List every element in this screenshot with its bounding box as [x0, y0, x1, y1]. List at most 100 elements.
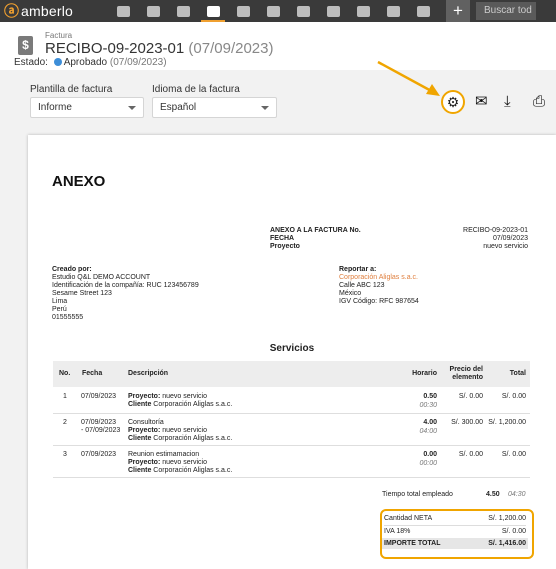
table-row: 2 07/09/2023 - 07/09/2023 Consultoría Pr… — [53, 415, 530, 446]
table-row: 1 07/09/2023 Proyecto: nuevo servicio Cl… — [53, 389, 530, 414]
mail-icon[interactable] — [378, 0, 408, 22]
created-by-line: Identificación de la compañía: RUC 12345… — [52, 282, 199, 289]
invoice-preview: ANEXO ANEXO A LA FACTURA No. FECHA Proye… — [28, 135, 556, 569]
report-to-line: Calle ABC 123 — [339, 282, 385, 289]
cell-price: S/. 0.00 — [458, 451, 483, 458]
document-type-label: Factura — [45, 31, 73, 40]
page-title: RECIBO-09-2023-01 (07/09/2023) — [45, 40, 273, 57]
cell-no: 2 — [63, 419, 67, 426]
file-search-icon[interactable] — [348, 0, 378, 22]
cell-hours: 4.00 — [423, 419, 437, 426]
language-value: Español — [160, 102, 197, 113]
cell-description: Reunion estimamacion — [128, 451, 200, 458]
meta-values: RECIBO-09-2023-01 07/09/2023 nuevo servi… — [428, 227, 528, 251]
chevron-down-icon — [128, 106, 136, 110]
dashboard-icon[interactable] — [108, 0, 138, 22]
report-to-line: México — [339, 290, 362, 297]
meta-label: Proyecto — [270, 243, 300, 250]
chevron-down-icon — [261, 106, 269, 110]
download-icon[interactable]: ⤓ — [504, 93, 511, 111]
cell-total: S/. 0.00 — [501, 451, 526, 458]
cell-client: Cliente Corporación Aliglas s.a.c. — [128, 401, 232, 409]
created-by-line: Lima — [52, 298, 68, 305]
invoice-number: RECIBO-09-2023-01 — [45, 40, 185, 57]
meta-value: 07/09/2023 — [492, 235, 528, 242]
meta-labels: ANEXO A LA FACTURA No. FECHA Proyecto — [270, 227, 361, 251]
client-label: Cliente — [128, 467, 152, 474]
cell-client: Cliente Corporación Aliglas s.a.c. — [128, 435, 232, 443]
search-input[interactable]: Buscar tod — [476, 2, 536, 20]
project-value: nuevo servicio — [162, 393, 207, 400]
created-by-line: 01555555 — [52, 314, 84, 321]
report-to-block: Reportar a: Corporación Aliglas s.a.c. C… — [339, 266, 419, 306]
column-header: Horario — [412, 370, 437, 377]
time-icon[interactable] — [288, 0, 318, 22]
matters-icon[interactable] — [168, 0, 198, 22]
client-label: Cliente — [128, 401, 152, 408]
language-label: Idioma de la factura — [152, 84, 240, 95]
column-header: Precio del elemento — [449, 366, 483, 381]
created-by-line: Sesame Street 123 — [52, 290, 112, 297]
project-label: Proyecto: — [128, 393, 161, 400]
created-by-line: Estudio Q&L DEMO ACCOUNT — [52, 274, 151, 281]
cell-date: 07/09/2023 — [81, 451, 117, 458]
cell-date: 07/09/2023 — [81, 393, 117, 400]
project-value: nuevo servicio — [162, 459, 207, 466]
column-header: Descripción — [128, 370, 169, 377]
template-label: Plantilla de factura — [30, 84, 113, 95]
add-button[interactable]: + — [446, 0, 470, 22]
meta-label: ANEXO A LA FACTURA No. — [270, 227, 361, 234]
total-time-hours: 4.50 — [486, 491, 500, 498]
cell-total: S/. 0.00 — [501, 393, 526, 400]
client-value: Corporación Aliglas s.a.c. — [153, 467, 233, 474]
language-select[interactable]: Español — [152, 97, 277, 118]
report-to-company[interactable]: Corporación Aliglas s.a.c. — [339, 274, 419, 282]
table-row: 3 07/09/2023 Reunion estimamacion Proyec… — [53, 447, 530, 478]
invoice-controls: Plantilla de factura Informe Idioma de l… — [0, 70, 556, 135]
client-value: Corporación Aliglas s.a.c. — [153, 435, 233, 442]
cell-hours: 0.00 — [423, 451, 437, 458]
bank-icon[interactable] — [228, 0, 258, 22]
cell-time: 04:00 — [419, 428, 437, 435]
project-label: Proyecto: — [128, 427, 161, 434]
cell-price: S/. 0.00 — [458, 393, 483, 400]
services-title: Servicios — [269, 343, 315, 354]
client-label: Cliente — [128, 435, 152, 442]
app-logo[interactable]: ⓐ amberlo — [0, 0, 108, 22]
calendar-icon[interactable] — [258, 0, 288, 22]
column-header: No. — [59, 370, 71, 377]
cell-date-end: - 07/09/2023 — [81, 427, 121, 434]
print-icon[interactable]: ⎙ — [533, 93, 545, 111]
gear-icon[interactable]: ⚙ — [441, 90, 465, 114]
created-by-line: Perú — [52, 306, 67, 313]
status-dot-icon — [53, 58, 62, 66]
invoice-document-icon: $ — [18, 36, 33, 55]
total-time-label: Tiempo total empleado — [382, 491, 453, 498]
created-by-label: Creado por: — [52, 266, 92, 273]
cell-project: Proyecto: nuevo servicio — [128, 459, 207, 467]
cell-description: Consultoría — [128, 419, 164, 426]
template-value: Informe — [38, 102, 72, 113]
client-value: Corporación Aliglas s.a.c. — [153, 401, 233, 408]
total-time-hm: 04:30 — [508, 491, 526, 498]
totals-highlight — [380, 509, 534, 559]
status-label: Estado: — [14, 57, 48, 68]
report-to-line: IGV Código: RFC 987654 — [339, 298, 419, 305]
cell-project: Proyecto: nuevo servicio — [128, 427, 207, 435]
billing-icon[interactable] — [198, 0, 228, 22]
column-header: Fecha — [82, 370, 103, 377]
cell-no: 1 — [63, 393, 67, 400]
cell-time: 00:00 — [419, 460, 437, 467]
contacts-icon[interactable] — [138, 0, 168, 22]
folder-icon[interactable] — [318, 0, 348, 22]
column-header: Total — [509, 370, 526, 377]
meta-label: FECHA — [270, 235, 295, 242]
top-navbar: ⓐ amberlo + Buscar tod — [0, 0, 556, 22]
cell-total: S/. 1,200.00 — [488, 419, 526, 426]
template-select[interactable]: Informe — [30, 97, 144, 118]
cell-client: Cliente Corporación Aliglas s.a.c. — [128, 467, 232, 475]
app-name: amberlo — [21, 3, 73, 19]
mail-icon[interactable]: ✉ — [475, 93, 488, 111]
meta-value: RECIBO-09-2023-01 — [463, 227, 528, 234]
reports-icon[interactable] — [408, 0, 438, 22]
